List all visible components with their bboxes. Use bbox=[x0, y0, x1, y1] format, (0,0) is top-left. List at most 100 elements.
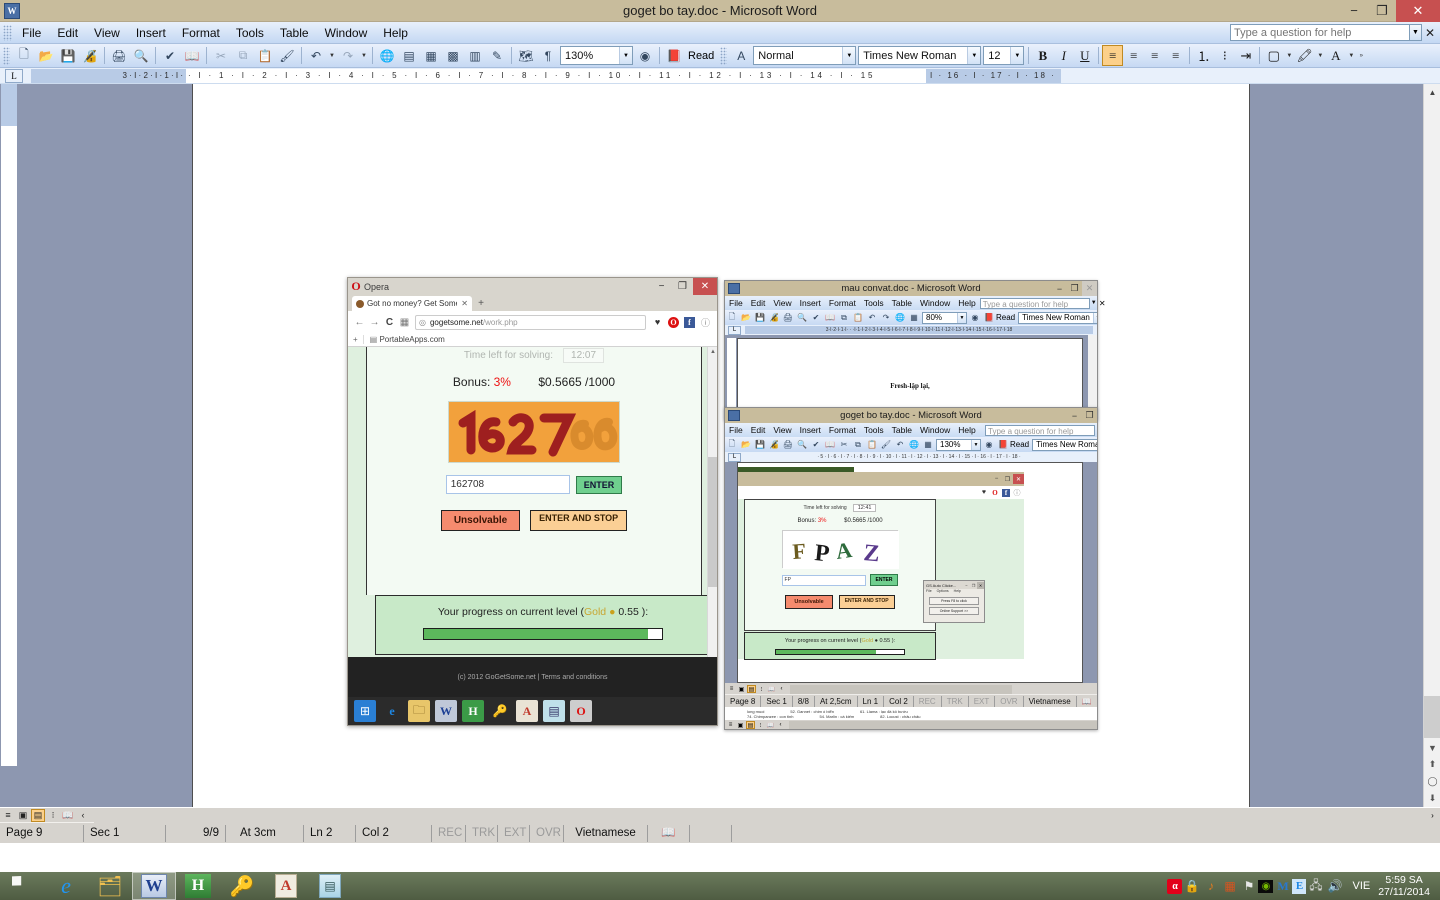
explorer-icon[interactable]: 🗀 bbox=[408, 700, 430, 722]
styles-icon[interactable]: A bbox=[730, 45, 752, 67]
w3-help-input[interactable]: Type a question for help bbox=[985, 424, 1095, 436]
insert-table-icon[interactable]: ▦ bbox=[907, 311, 921, 325]
music-icon[interactable]: ♪ bbox=[1201, 872, 1220, 900]
align-right-button[interactable]: ≡ bbox=[1144, 45, 1165, 66]
scrollbar-thumb[interactable] bbox=[708, 457, 717, 587]
copy-icon[interactable]: ⧉ bbox=[232, 45, 254, 67]
enter-button[interactable]: ENTER bbox=[575, 475, 623, 494]
tab-selector[interactable]: L bbox=[728, 452, 741, 462]
w2-read-label[interactable]: Read bbox=[996, 313, 1017, 322]
w2-help-input[interactable]: Type a question for help bbox=[979, 297, 1090, 309]
menu-table[interactable]: Table bbox=[272, 24, 317, 42]
insert-excel-icon[interactable]: ▩ bbox=[442, 45, 464, 67]
columns-icon[interactable]: ▥ bbox=[464, 45, 486, 67]
chevron-down-icon[interactable]: ▼ bbox=[971, 439, 980, 450]
scroll-right-icon[interactable]: › bbox=[1425, 808, 1440, 823]
previous-page-icon[interactable]: ⬆ bbox=[1424, 756, 1440, 773]
m-icon[interactable]: M bbox=[1273, 872, 1292, 900]
zoom-combo[interactable]: 130% ▼ bbox=[560, 46, 633, 65]
font-combo[interactable]: Times New Roman ▼ bbox=[858, 46, 982, 65]
taskbar-word[interactable]: W bbox=[132, 872, 176, 900]
menu-window[interactable]: Window bbox=[317, 24, 376, 42]
outline-view-icon[interactable]: ⁝ bbox=[46, 809, 60, 822]
status-trk[interactable]: TRK bbox=[466, 824, 498, 842]
cut-icon[interactable]: ✂ bbox=[210, 45, 232, 67]
print-layout-icon[interactable]: ▤ bbox=[31, 808, 45, 822]
undo-dropdown-icon[interactable]: ▼ bbox=[327, 45, 337, 67]
insert-table-icon[interactable]: ▦ bbox=[420, 45, 442, 67]
print-icon[interactable]: 🖨 bbox=[781, 311, 795, 325]
w2-menu-format[interactable]: Format bbox=[825, 298, 860, 308]
open-folder-icon[interactable]: 📂 bbox=[739, 311, 753, 325]
w3-top-language[interactable]: Vietnamese bbox=[1024, 695, 1077, 707]
show-formatting-icon[interactable]: ¶ bbox=[537, 45, 559, 67]
word-2-ruler[interactable]: L 3·I·2·I·1·I· · ·I·1·I·2·I·3·I·4·I·5·I·… bbox=[725, 325, 1097, 335]
scroll-left-icon[interactable]: ‹ bbox=[777, 685, 786, 693]
normal-view-icon[interactable]: ≡ bbox=[1, 809, 15, 822]
a-icon[interactable]: A bbox=[516, 700, 538, 722]
nvidia-icon[interactable]: ◉ bbox=[1258, 879, 1274, 893]
menu-edit[interactable]: Edit bbox=[49, 24, 86, 42]
heart-icon[interactable]: ♥ bbox=[650, 315, 665, 330]
toolbar-overflow-icon[interactable]: » bbox=[1356, 45, 1366, 67]
spellcheck-icon[interactable]: ✔ bbox=[809, 438, 823, 452]
w2-menu-view[interactable]: View bbox=[769, 298, 795, 308]
forward-icon[interactable]: → bbox=[367, 312, 382, 332]
italic-button[interactable]: I bbox=[1053, 45, 1074, 66]
bookmark-portableapps[interactable]: ▤ PortableApps.com bbox=[362, 335, 445, 344]
w2-menu-window[interactable]: Window bbox=[916, 298, 954, 308]
paste-icon[interactable]: 📋 bbox=[254, 45, 276, 67]
w3-top-rec[interactable]: REC bbox=[914, 695, 942, 707]
web-layout-icon[interactable]: ▣ bbox=[16, 809, 30, 822]
lock-icon[interactable]: 🔒 bbox=[1182, 872, 1201, 900]
web-layout-icon[interactable]: ▣ bbox=[737, 685, 746, 693]
web-layout-icon[interactable]: ▣ bbox=[736, 721, 745, 729]
reading-view-icon[interactable]: 📖 bbox=[61, 809, 75, 822]
scroll-up-icon[interactable]: ▲ bbox=[708, 347, 717, 357]
reading-view-icon[interactable]: 📖 bbox=[767, 685, 776, 693]
taskbar-file-explorer[interactable]: 🗂 bbox=[88, 872, 132, 900]
chevron-down-icon[interactable]: ▼ bbox=[1010, 47, 1024, 64]
h-icon[interactable]: H bbox=[462, 700, 484, 722]
status-ext[interactable]: EXT bbox=[498, 824, 530, 842]
vertical-ruler[interactable] bbox=[0, 84, 18, 807]
print-preview-icon[interactable]: 🔍 bbox=[795, 438, 809, 452]
save-icon[interactable]: 💾 bbox=[753, 311, 767, 325]
enter-and-stop-button[interactable]: ENTER AND STOP bbox=[530, 510, 628, 531]
research-icon[interactable]: 📖 bbox=[823, 311, 837, 325]
opera-icon[interactable]: O bbox=[666, 315, 681, 330]
w3-menu-window[interactable]: Window bbox=[916, 425, 954, 435]
copy-icon[interactable]: ⧉ bbox=[837, 311, 851, 325]
format-painter-icon[interactable]: 🖌 bbox=[879, 438, 893, 452]
hyperlink-icon[interactable]: 🌐 bbox=[893, 311, 907, 325]
w3-font-combo[interactable]: Times New Roman bbox=[1032, 438, 1097, 451]
open-folder-icon[interactable]: 📂 bbox=[739, 438, 753, 452]
help-icon[interactable]: ◉ bbox=[634, 45, 656, 67]
bulleted-list-button[interactable]: ⁝ bbox=[1214, 45, 1235, 66]
word-2-page[interactable]: Fresh-lặp lại, bbox=[737, 338, 1083, 415]
w2-font-combo[interactable]: Times New Roman ▼ bbox=[1018, 311, 1097, 324]
spellcheck-icon[interactable]: ✔ bbox=[159, 45, 181, 67]
w3-menu-help[interactable]: Help bbox=[954, 425, 979, 435]
menu-tools[interactable]: Tools bbox=[228, 24, 272, 42]
menu-insert[interactable]: Insert bbox=[128, 24, 174, 42]
taskbar-language[interactable]: VIE bbox=[1344, 880, 1378, 892]
network-icon[interactable]: 🖧 bbox=[1306, 872, 1325, 900]
open-folder-icon[interactable]: 📂 bbox=[35, 45, 57, 67]
w3-menu-view[interactable]: View bbox=[769, 425, 795, 435]
w3-top-ovr[interactable]: OVR bbox=[995, 695, 1024, 707]
format-painter-icon[interactable]: 🖌 bbox=[276, 45, 298, 67]
word-3-page[interactable]: − ❐ ✕ ♥ O f ⓘ Time left for solving 12:4… bbox=[737, 462, 1083, 683]
w3-menu-edit[interactable]: Edit bbox=[747, 425, 770, 435]
flag-icon[interactable]: ⚑ bbox=[1239, 872, 1258, 900]
w3-menu-format[interactable]: Format bbox=[825, 425, 860, 435]
spellcheck-icon[interactable]: 📖 bbox=[1077, 695, 1097, 707]
w2-menu-tools[interactable]: Tools bbox=[860, 298, 888, 308]
redo-icon[interactable]: ↷ bbox=[337, 45, 359, 67]
spellcheck-icon[interactable]: ✔ bbox=[809, 311, 823, 325]
read-icon[interactable]: 📕 bbox=[982, 311, 996, 325]
menu-help[interactable]: Help bbox=[375, 24, 416, 42]
taskbar-internet-explorer[interactable]: e bbox=[44, 872, 88, 900]
notepad-icon[interactable]: ▤ bbox=[543, 700, 565, 722]
scroll-down-icon[interactable]: ▼ bbox=[1424, 739, 1440, 756]
